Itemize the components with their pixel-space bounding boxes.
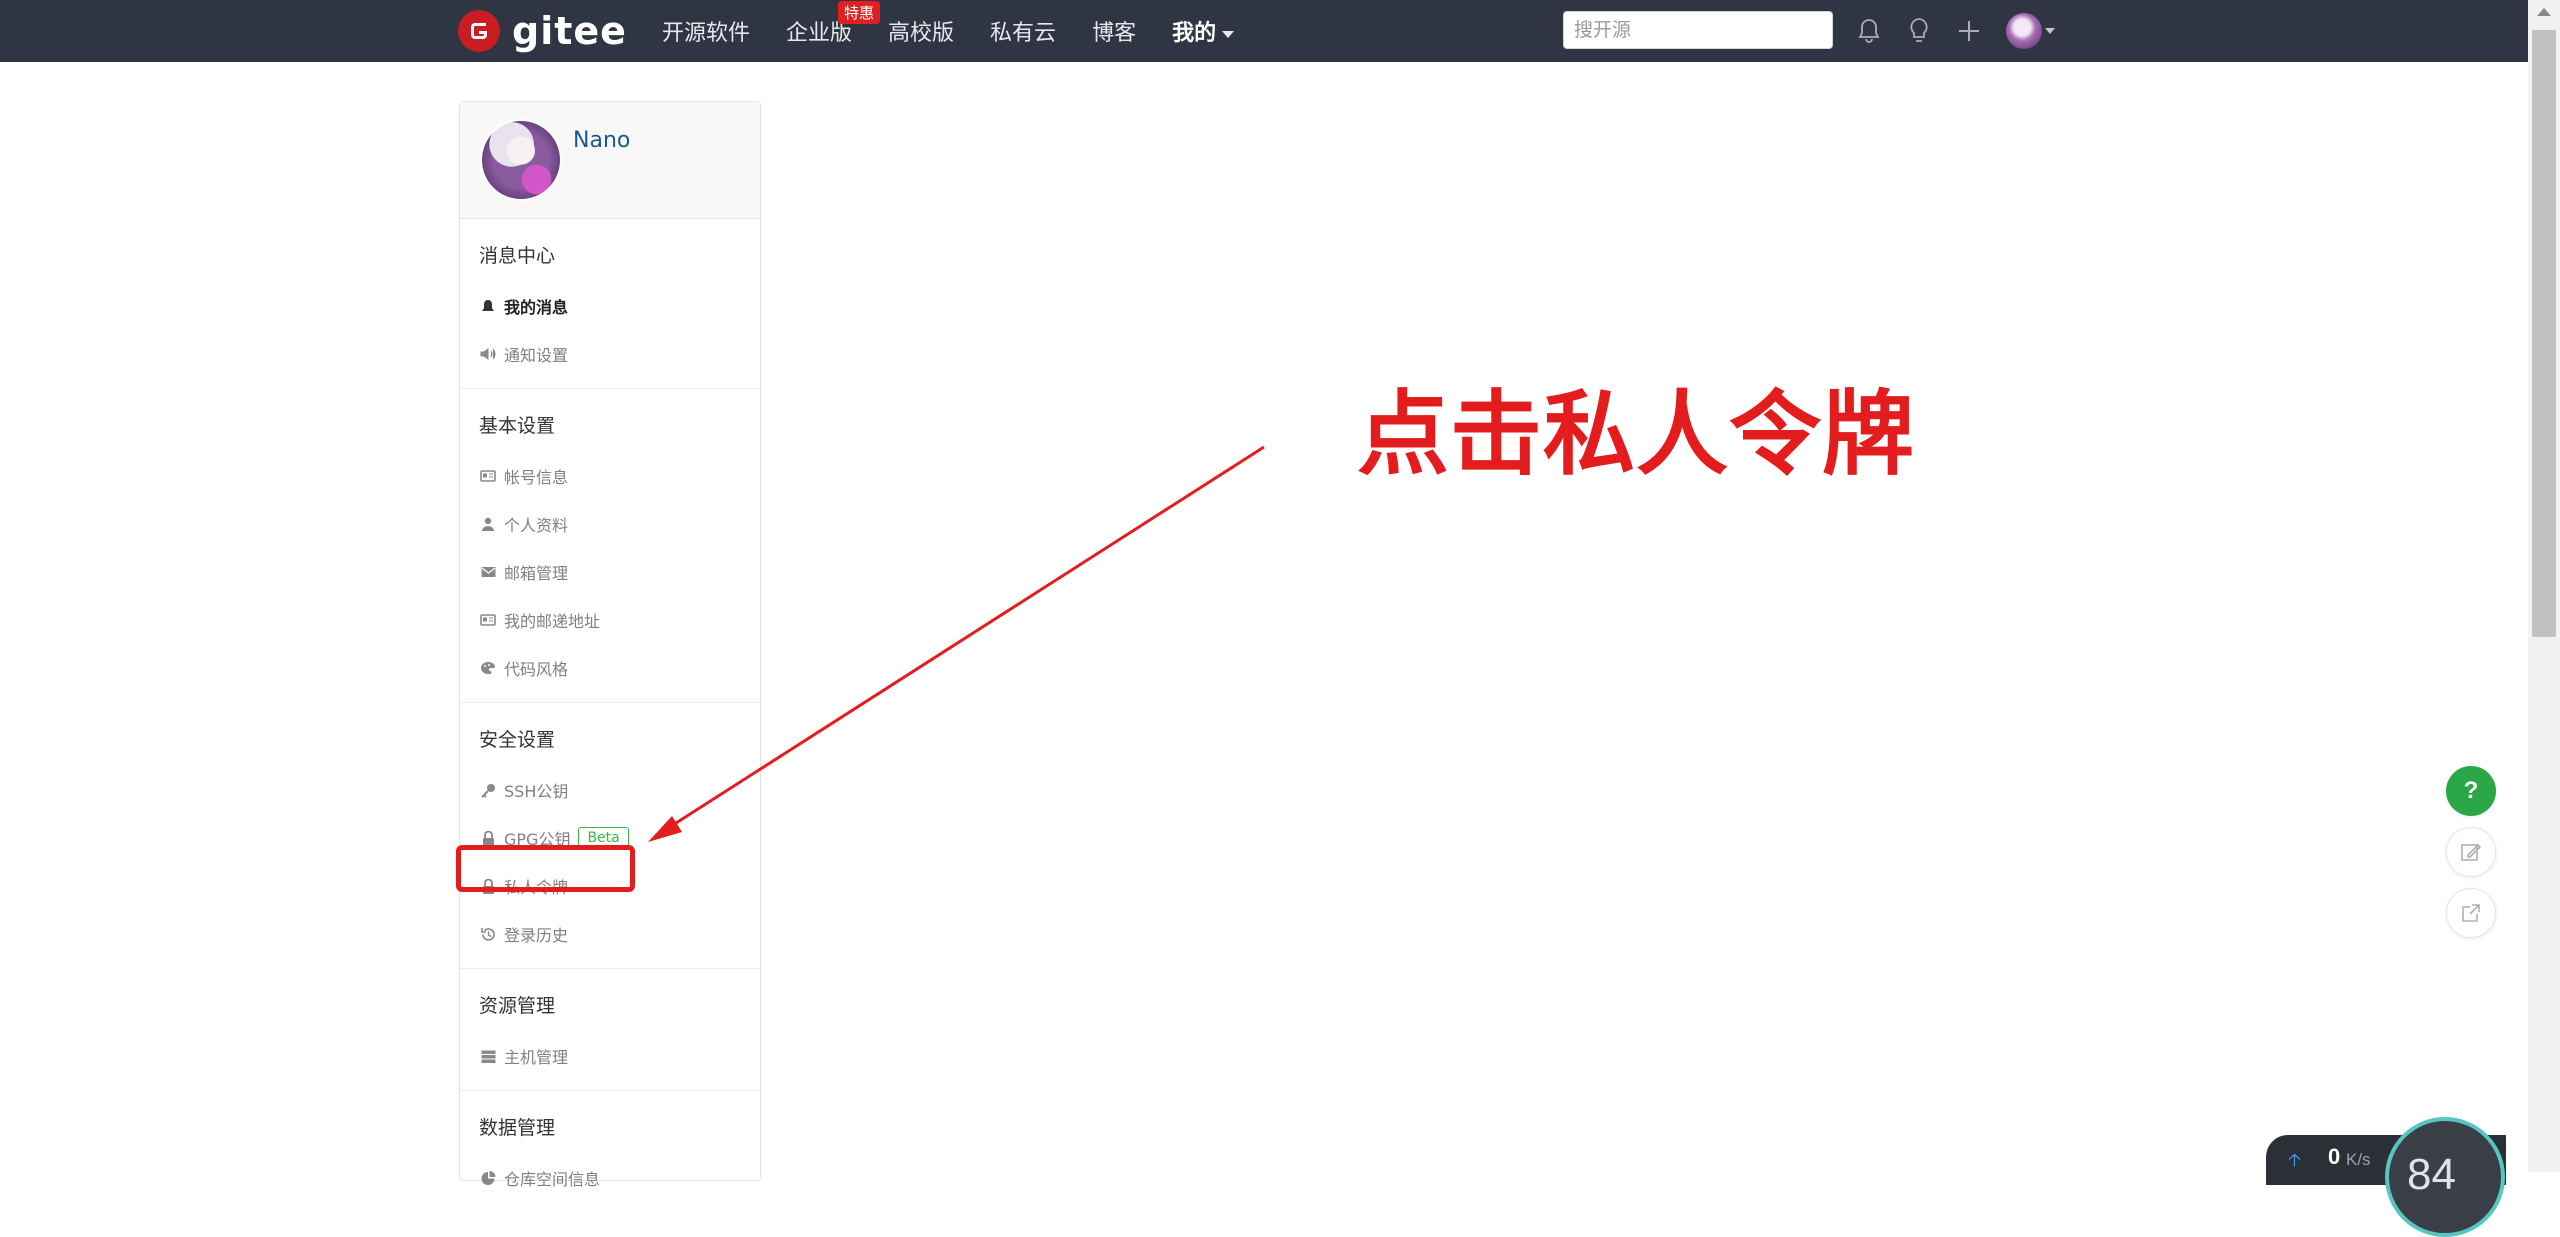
section-messages: 消息中心 我的消息 通知设置 [460, 219, 760, 389]
highlight-box [456, 845, 635, 892]
sidebar-item-label: 个人资料 [504, 516, 569, 535]
sidebar-item-label: 代码风格 [504, 660, 569, 679]
sidebar-item-label: 帐号信息 [504, 468, 569, 487]
nav-private-cloud[interactable]: 私有云 [990, 15, 1056, 47]
bell-icon [479, 297, 497, 315]
section-resources: 资源管理 主机管理 [460, 969, 760, 1091]
section-title: 安全设置 [479, 729, 556, 751]
nav-enterprise[interactable]: 企业版 特惠 [786, 1, 881, 47]
sidebar-item-label: SSH公钥 [504, 782, 569, 801]
sidebar-item-label: 邮箱管理 [504, 564, 569, 583]
section-title: 消息中心 [479, 245, 556, 267]
sidebar-item-host-management[interactable]: 主机管理 [460, 1032, 760, 1080]
nav-mine-label: 我的 [1172, 21, 1217, 46]
key-icon [479, 781, 497, 799]
sidebar-item-repo-space[interactable]: 仓库空间信息 [460, 1154, 760, 1202]
section-data: 数据管理 仓库空间信息 [460, 1091, 760, 1212]
gitee-logo-icon [458, 10, 500, 52]
main-nav: 开源软件 企业版 特惠 高校版 私有云 博客 我的 [662, 0, 1270, 62]
volume-icon [479, 345, 497, 363]
sidebar-item-account-info[interactable]: 帐号信息 [460, 452, 760, 500]
promo-badge: 特惠 [838, 1, 881, 24]
sidebar-item-email[interactable]: 邮箱管理 [460, 548, 760, 596]
nav-mine-dropdown[interactable]: 我的 [1172, 15, 1235, 47]
annotation-text: 点击私人令牌 [1357, 381, 1916, 488]
username-link[interactable]: Nano [573, 128, 630, 153]
upload-speed-value: 0 [2328, 1144, 2341, 1169]
nav-enterprise-label: 企业版 [786, 21, 853, 46]
section-title: 基本设置 [479, 415, 556, 437]
chevron-down-icon [1222, 30, 1235, 38]
user-avatar-menu[interactable] [2006, 13, 2042, 49]
scrollbar-thumb[interactable] [2532, 30, 2556, 637]
help-button[interactable]: ? [2446, 766, 2496, 816]
section-title: 资源管理 [479, 995, 556, 1017]
section-title: 数据管理 [479, 1117, 556, 1139]
section-basic: 基本设置 帐号信息 个人资料 邮箱管理 我的邮递地址 代码风格 [460, 389, 760, 703]
palette-icon [479, 659, 497, 677]
id-card-icon [479, 467, 497, 485]
scroll-up-icon[interactable] [2537, 8, 2551, 16]
top-navbar: gitee 开源软件 企业版 特惠 高校版 私有云 博客 我的 [0, 0, 2528, 62]
upload-arrow-icon: 🡡 [2288, 1150, 2301, 1170]
sidebar-item-profile[interactable]: 个人资料 [460, 500, 760, 548]
sidebar-item-ssh-keys[interactable]: SSH公钥 [460, 766, 760, 814]
sidebar-item-my-messages[interactable]: 我的消息 [460, 282, 760, 330]
lightbulb-icon[interactable] [1902, 14, 1936, 48]
bell-icon[interactable] [1852, 14, 1886, 48]
nav-blog[interactable]: 博客 [1092, 15, 1136, 47]
upload-speed-unit: K/s [2346, 1150, 2371, 1169]
sidebar-item-login-history[interactable]: 登录历史 [460, 910, 760, 958]
feedback-edit-icon[interactable] [2446, 827, 2496, 877]
avatar[interactable] [480, 119, 562, 201]
sidebar-item-label: 登录历史 [504, 926, 569, 945]
profile-header: Nano [460, 102, 760, 219]
sidebar-item-label: 主机管理 [504, 1048, 569, 1067]
logo-text: gitee [512, 9, 627, 53]
sidebar-item-label: 通知设置 [504, 346, 569, 365]
user-icon [479, 515, 497, 533]
settings-sidebar: Nano 消息中心 我的消息 通知设置 基本设置 帐号信息 个人资料 邮箱管理 … [459, 101, 761, 1189]
history-icon [479, 925, 497, 943]
annotation-arrow-icon [648, 445, 1265, 842]
address-card-icon [479, 611, 497, 629]
gauge-value: 84 [2407, 1150, 2456, 1199]
nav-university[interactable]: 高校版 [888, 15, 954, 47]
sidebar-item-label: 我的邮递地址 [504, 612, 601, 631]
avatar-caret-icon [2045, 28, 2055, 34]
sidebar-item-label: 我的消息 [504, 298, 569, 317]
plus-icon[interactable] [1952, 14, 1986, 48]
sidebar-item-code-style[interactable]: 代码风格 [460, 644, 760, 692]
nav-open-source[interactable]: 开源软件 [662, 15, 750, 47]
gitee-logo[interactable]: gitee [458, 8, 627, 54]
sidebar-item-label: 仓库空间信息 [504, 1170, 601, 1189]
section-security: 安全设置 SSH公钥 GPG公钥 Beta 私人令牌 登录历史 [460, 703, 760, 969]
search-input[interactable] [1563, 11, 1833, 49]
envelope-icon [479, 563, 497, 581]
sidebar-item-notification-settings[interactable]: 通知设置 [460, 330, 760, 378]
share-external-icon[interactable] [2446, 888, 2496, 938]
sidebar-item-mailing-address[interactable]: 我的邮递地址 [460, 596, 760, 644]
server-icon [479, 1047, 497, 1065]
